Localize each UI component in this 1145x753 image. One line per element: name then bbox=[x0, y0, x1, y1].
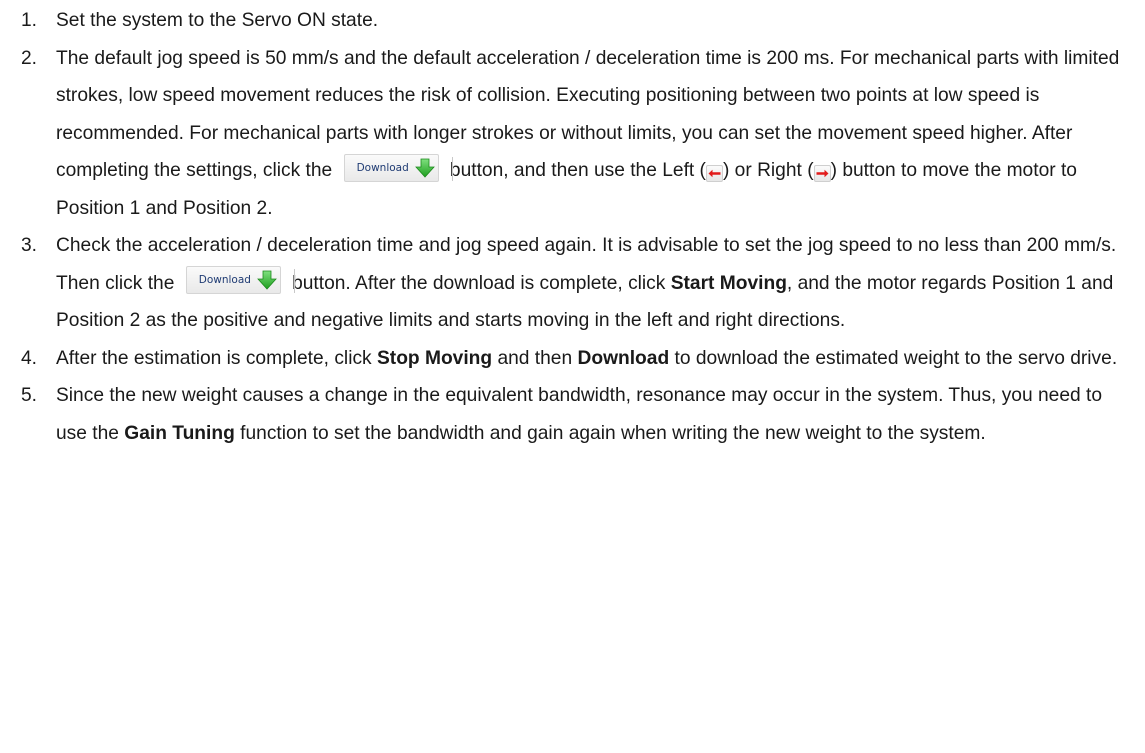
stop-moving-label: Stop Moving bbox=[377, 347, 493, 369]
step-number: 2. bbox=[21, 47, 38, 69]
download-button-image: Download bbox=[185, 266, 295, 295]
gain-tuning-label: Gain Tuning bbox=[124, 422, 235, 444]
download-button-label: Download bbox=[198, 274, 251, 287]
step-1: 1. Set the system to the Servo ON state. bbox=[0, 2, 1145, 40]
jog-right-button-image bbox=[813, 165, 831, 182]
procedure-steps: 1. Set the system to the Servo ON state.… bbox=[0, 2, 1145, 452]
step-text: ) or Right ( bbox=[722, 160, 814, 181]
step-text: After the estimation is complete, click bbox=[56, 347, 372, 369]
right-arrow-icon bbox=[816, 169, 829, 178]
step-text: to download the estimated weight to the … bbox=[674, 347, 1118, 369]
step-number: 1. bbox=[21, 10, 38, 31]
document-page: 1. Set the system to the Servo ON state.… bbox=[0, 0, 1145, 753]
step-number: 4. bbox=[21, 347, 38, 369]
jog-left-button-image bbox=[705, 165, 723, 182]
step-text: button, and then use the Left ( bbox=[449, 160, 706, 181]
step-number: 3. bbox=[21, 235, 38, 256]
step-2: 2. The default jog speed is 50 mm/s and … bbox=[0, 40, 1145, 228]
download-button-image: Download bbox=[343, 153, 453, 182]
down-arrow-icon bbox=[414, 158, 435, 178]
start-moving-label: Start Moving bbox=[670, 272, 787, 294]
step-text: button. After the download is complete, … bbox=[292, 272, 666, 294]
step-3: 3. Check the acceleration / deceleration… bbox=[0, 227, 1145, 340]
left-arrow-icon bbox=[708, 169, 721, 178]
step-5: 5. Since the new weight causes a change … bbox=[0, 377, 1145, 452]
step-text: and then bbox=[497, 347, 573, 369]
step-4: 4. After the estimation is complete, cli… bbox=[0, 340, 1145, 378]
download-label: Download bbox=[577, 347, 670, 369]
down-arrow-icon bbox=[257, 271, 277, 291]
step-text: function to set the bandwidth and gain a… bbox=[240, 422, 986, 444]
step-text: Set the system to the Servo ON state. bbox=[56, 10, 379, 31]
step-number: 5. bbox=[21, 385, 38, 406]
download-button-label: Download bbox=[356, 161, 409, 174]
